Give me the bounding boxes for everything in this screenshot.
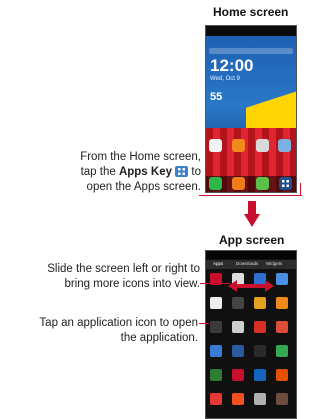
clock-date: Wed, Oct 9 (210, 76, 240, 82)
app-screen-title: App screen (219, 233, 285, 247)
weather-temp: 55 (210, 91, 223, 103)
gallery-icon[interactable] (232, 139, 245, 152)
app-icon[interactable] (210, 321, 222, 333)
messages-icon[interactable] (256, 177, 269, 190)
tab-apps[interactable]: Apps (213, 261, 223, 266)
app-icon[interactable] (276, 321, 288, 333)
app-tabs: Apps Downloads Widgets (206, 260, 296, 269)
slide-caption-line2: bring more icons into view. (64, 278, 200, 290)
tap-caption-line2: the application. (120, 332, 198, 344)
app-icon[interactable] (276, 273, 288, 285)
apps-key-caption: From the Home screen, tap the Apps Key t… (11, 150, 201, 195)
apps-key-pointer-line (199, 195, 302, 196)
slide-pointer-line (200, 283, 230, 284)
slide-caption-line1: Slide the screen left or right to (47, 263, 200, 275)
app-icon[interactable] (210, 393, 222, 405)
down-arrow-icon (244, 201, 260, 227)
apps-key-caption-line2: tap the Apps Key to (11, 165, 201, 180)
apps-key-caption-line3: open the Apps screen. (86, 181, 201, 193)
app-icon[interactable] (232, 393, 244, 405)
app-screen-phone: Apps Downloads Widgets (205, 250, 297, 419)
apps-key-pointer-line-vert (300, 183, 301, 195)
app-icon[interactable] (254, 297, 266, 309)
messaging-icon[interactable] (278, 139, 291, 152)
app-icon[interactable] (210, 345, 222, 357)
app-icon[interactable] (276, 393, 288, 405)
status-bar (206, 26, 296, 36)
apps-key-inline-icon (175, 166, 189, 177)
tab-widgets[interactable]: Widgets (266, 261, 282, 266)
apps-key-caption-line1: From the Home screen, (80, 151, 201, 163)
app-icon[interactable] (276, 345, 288, 357)
tab-downloads[interactable]: Downloads (236, 261, 258, 266)
app-icon[interactable] (232, 369, 244, 381)
phone-icon[interactable] (209, 177, 222, 190)
app-icon[interactable] (254, 369, 266, 381)
app-icon[interactable] (232, 345, 244, 357)
home-screen-title: Home screen (213, 5, 289, 19)
app-icon[interactable] (276, 369, 288, 381)
apps-key-icon[interactable] (279, 177, 292, 190)
tap-caption: Tap an application icon to open the appl… (0, 316, 198, 346)
slide-caption: Slide the screen left or right to bring … (0, 262, 200, 292)
tap-pointer-line (199, 323, 209, 324)
search-bar (209, 48, 293, 54)
clock-time: 12:00 (210, 56, 254, 75)
app-icon[interactable] (254, 321, 266, 333)
app-icon[interactable] (232, 297, 244, 309)
double-arrow-icon (228, 280, 274, 292)
apps-key-caption-to: to (188, 166, 201, 178)
app-icon[interactable] (210, 297, 222, 309)
app-icon[interactable] (254, 393, 266, 405)
app-icon[interactable] (276, 297, 288, 309)
contacts-icon[interactable] (232, 177, 245, 190)
status-bar (206, 251, 296, 259)
camera-icon[interactable] (256, 139, 269, 152)
apps-key-caption-tap: tap the (80, 166, 119, 178)
tap-caption-line1: Tap an application icon to open (39, 317, 198, 329)
app-icon[interactable] (232, 321, 244, 333)
app-icon[interactable] (210, 369, 222, 381)
apps-key-caption-bold: Apps Key (118, 166, 172, 178)
calendar-icon[interactable] (209, 139, 222, 152)
home-screen-phone: 12:00 Wed, Oct 9 55 (205, 25, 297, 193)
home-screen-display: 12:00 Wed, Oct 9 55 (206, 36, 296, 192)
app-icon[interactable] (254, 345, 266, 357)
